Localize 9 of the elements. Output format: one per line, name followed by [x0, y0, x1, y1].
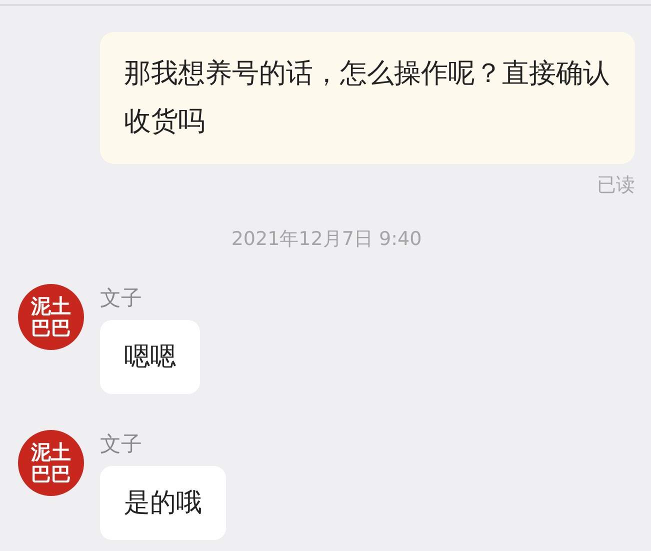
avatar[interactable]: 泥土 巴巴: [18, 430, 84, 496]
message-bubble: 嗯嗯: [100, 320, 200, 394]
message-bubble: 是的哦: [100, 466, 226, 540]
message-bubble: 那我想养号的话，怎么操作呢？直接确认收货吗: [100, 32, 635, 164]
read-receipt: 已读: [597, 173, 635, 198]
sender-name: 文子: [100, 431, 142, 458]
timestamp: 2021年12月7日 9:40: [231, 227, 422, 252]
sender-name: 文子: [100, 285, 142, 312]
avatar[interactable]: 泥土 巴巴: [18, 284, 84, 350]
